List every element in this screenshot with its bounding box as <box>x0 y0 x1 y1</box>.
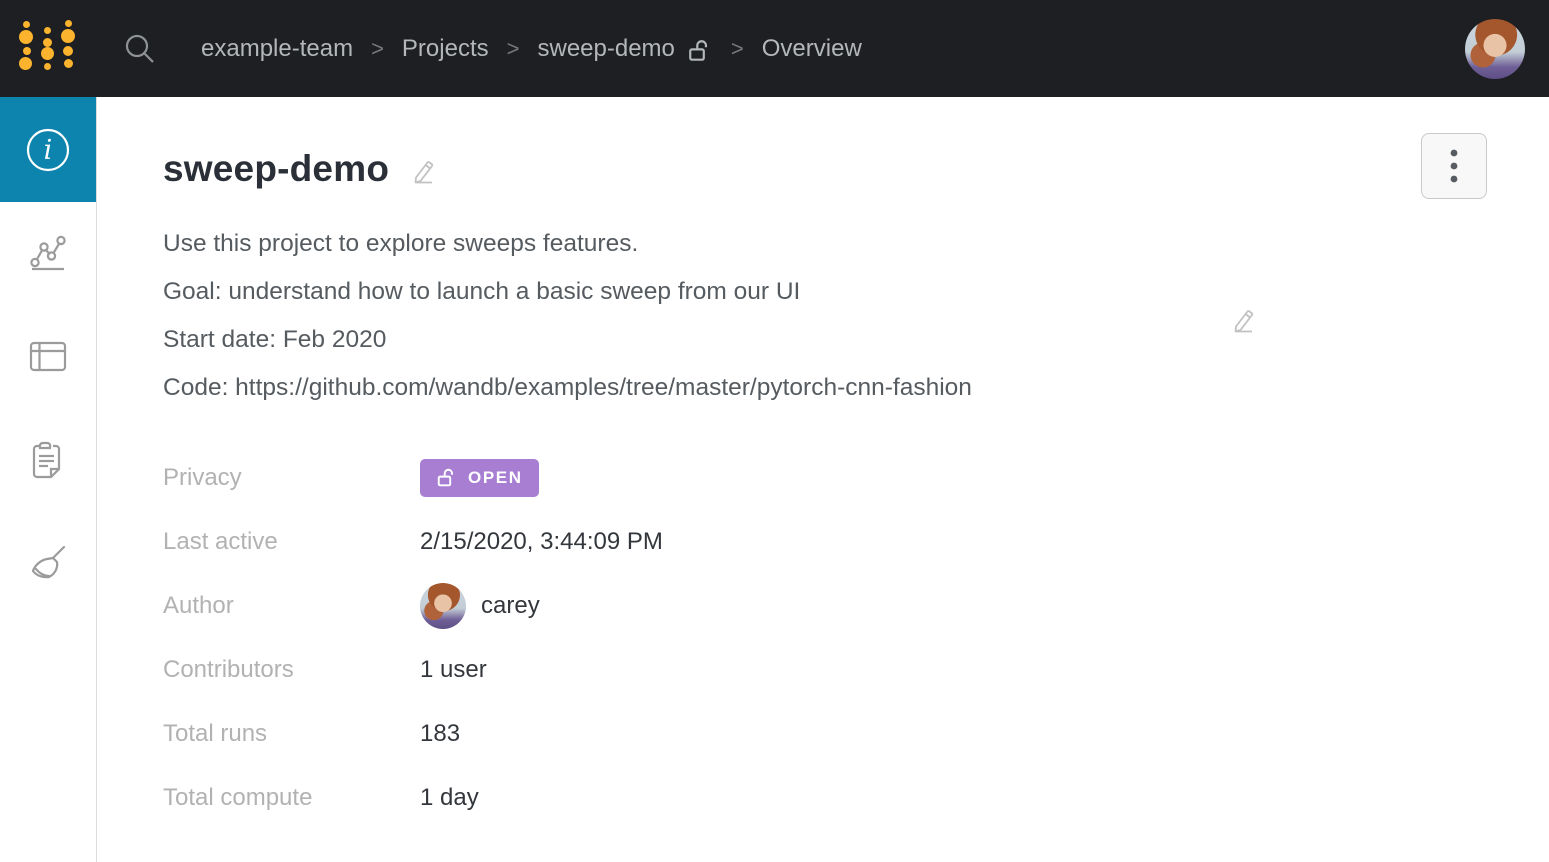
logo-dot <box>63 46 73 56</box>
overview-panel: sweep-demo Use this project to explore s… <box>97 97 1549 862</box>
breadcrumb-separator: > <box>506 35 520 61</box>
breadcrumb-separator: > <box>371 35 384 61</box>
clipboard-icon <box>27 438 69 482</box>
edit-title-pencil-icon[interactable] <box>407 157 437 187</box>
logo-dot <box>41 47 54 60</box>
total-runs-value: 183 <box>420 720 461 747</box>
broom-icon <box>26 541 70 585</box>
user-avatar[interactable] <box>1465 18 1525 79</box>
last-active-value: 2/15/2020, 3:44:09 PM <box>420 528 663 555</box>
contributors-row: Contributors 1 user <box>163 638 1549 702</box>
last-active-row: Last active 2/15/2020, 3:44:09 PM <box>163 510 1549 574</box>
logo-dot <box>65 20 72 27</box>
contributors-value: 1 user <box>420 656 487 683</box>
logo-dot <box>61 29 75 43</box>
row-label: Total compute <box>163 784 313 811</box>
logo-dot <box>19 30 33 44</box>
project-sidebar: i <box>0 97 97 862</box>
logo-dot <box>43 38 52 47</box>
project-title: sweep-demo <box>163 148 390 189</box>
unlocked-icon <box>437 468 454 487</box>
info-icon: i <box>25 127 71 173</box>
sidebar-item-reports[interactable] <box>0 408 96 511</box>
search-icon[interactable] <box>123 32 157 66</box>
row-label: Privacy <box>163 464 242 491</box>
wandb-logo[interactable] <box>0 0 97 97</box>
author-row: Author carey <box>163 574 1549 638</box>
line-chart-icon <box>27 233 69 275</box>
description-line: Start date: Feb 2020 <box>163 326 387 353</box>
total-compute-row: Total compute 1 day <box>163 766 1549 830</box>
author-avatar[interactable] <box>420 583 466 629</box>
privacy-row: Privacy OPEN <box>163 446 1549 510</box>
row-label: Contributors <box>163 656 294 683</box>
edit-description-pencil-icon[interactable] <box>1227 306 1257 336</box>
logo-dot <box>23 47 31 55</box>
breadcrumb-page-overview[interactable]: Overview <box>762 35 862 63</box>
breadcrumb-separator: > <box>730 35 744 61</box>
logo-dot <box>44 63 51 70</box>
total-runs-row: Total runs 183 <box>163 702 1549 766</box>
breadcrumb-project[interactable]: sweep-demo <box>537 35 674 63</box>
svg-text:i: i <box>44 135 53 166</box>
description-line: Code: https://github.com/wandb/examples/… <box>163 374 972 401</box>
author-name[interactable]: carey <box>481 592 540 620</box>
description-line: Goal: understand how to launch a basic s… <box>163 278 801 305</box>
project-info-table: Privacy OPEN Last active 2/15/2020, 3:44… <box>163 446 1549 830</box>
unlocked-icon <box>687 38 713 64</box>
logo-dot <box>64 59 73 68</box>
sidebar-item-workspace[interactable] <box>0 202 96 305</box>
row-label: Last active <box>163 528 278 555</box>
logo-dot <box>44 27 51 34</box>
breadcrumb: example-team > Projects > sweep-demo > O… <box>201 35 862 63</box>
breadcrumb-projects[interactable]: Projects <box>402 35 489 63</box>
more-options-kebab-button[interactable] <box>1421 133 1487 199</box>
breadcrumb-team[interactable]: example-team <box>201 35 353 63</box>
kebab-menu-icon <box>1450 149 1458 183</box>
sidebar-item-runs-table[interactable] <box>0 305 96 408</box>
logo-dot <box>23 21 30 28</box>
total-compute-value: 1 day <box>420 784 479 811</box>
sidebar-item-sweeps[interactable] <box>0 511 96 614</box>
description-line: Use this project to explore sweeps featu… <box>163 230 639 257</box>
row-label: Author <box>163 592 234 619</box>
privacy-open-badge[interactable]: OPEN <box>420 459 539 497</box>
project-description: Use this project to explore sweeps featu… <box>163 220 1549 412</box>
logo-dot <box>19 57 32 70</box>
privacy-badge-label: OPEN <box>468 468 523 487</box>
sidebar-item-overview[interactable]: i <box>0 97 96 202</box>
row-label: Total runs <box>163 720 268 747</box>
top-navigation-bar: example-team > Projects > sweep-demo > O… <box>0 0 1549 97</box>
table-icon <box>26 337 70 377</box>
